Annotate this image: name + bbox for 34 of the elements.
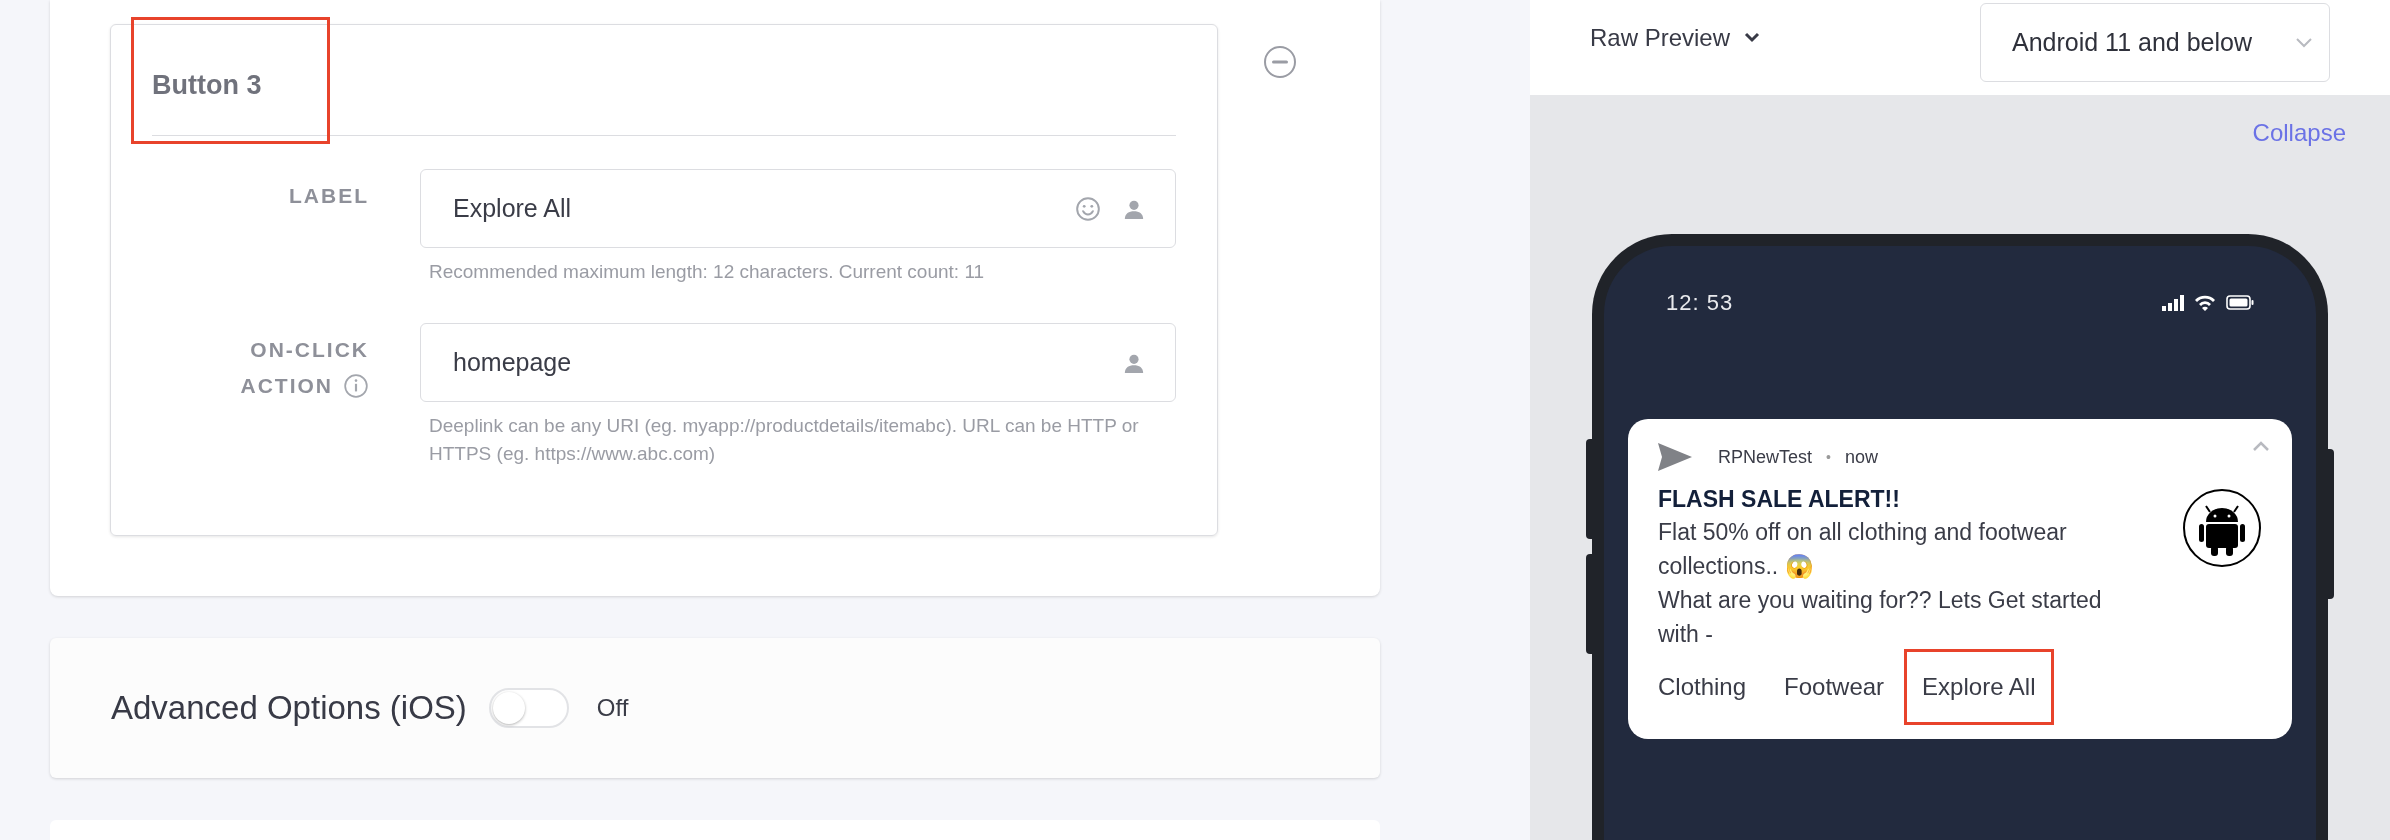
button-title: Button 3 — [152, 68, 262, 102]
helper-text: Recommended maximum length: 12 characters. Current count: 11 — [428, 260, 986, 284]
status-time: 12: 53 — [1666, 289, 1734, 318]
chevron-down-icon — [2295, 37, 2313, 49]
send-icon — [1658, 443, 1692, 472]
field-label: ACTION — [240, 373, 333, 399]
field-label: LABEL — [289, 183, 369, 209]
separator-dot: • — [1826, 447, 1831, 467]
smiley-icon[interactable] — [1075, 195, 1101, 222]
notification-body: Flat 50% off on all clothing and footwear collections.. 😱 — [1658, 518, 2068, 582]
notification-action[interactable]: Explore All — [1922, 669, 2036, 706]
battery-icon — [2226, 295, 2254, 311]
toggle-switch[interactable] — [488, 688, 569, 728]
app-name: RPNewTest — [1718, 445, 1813, 469]
notification-body: What are you waiting for?? Lets Get started with - — [1658, 586, 2103, 650]
signal-icon — [2162, 294, 2184, 311]
notification-action[interactable]: Clothing — [1658, 669, 1747, 706]
field-label: ON-CLICK — [250, 337, 369, 363]
android-avatar-icon — [2182, 488, 2262, 569]
section-title: Advanced Options (iOS) — [111, 688, 467, 729]
wifi-icon — [2194, 294, 2216, 312]
remove-icon[interactable] — [1263, 45, 1297, 79]
helper-text: Deeplink can be any URI (eg. myapp://productdetails/itemabc). URL can be HTTP or HTTPS (eg. https://www.abc.com) — [428, 414, 1140, 466]
text-input[interactable]: Explore All — [420, 169, 1176, 248]
notification-title: FLASH SALE ALERT!! — [1658, 485, 1901, 515]
chevron-down-icon — [1744, 32, 1761, 44]
chevron-up-icon[interactable] — [2252, 441, 2270, 453]
platform-select[interactable]: Android 11 and below — [1980, 3, 2330, 83]
toggle-state: Off — [596, 693, 629, 723]
notification-action[interactable]: Footwear — [1784, 669, 1885, 706]
notification-time: now — [1844, 445, 1878, 469]
text-input[interactable]: homepage — [420, 323, 1176, 402]
preview-mode-dropdown[interactable]: Raw Preview — [1590, 19, 1761, 56]
info-icon[interactable] — [343, 373, 369, 399]
